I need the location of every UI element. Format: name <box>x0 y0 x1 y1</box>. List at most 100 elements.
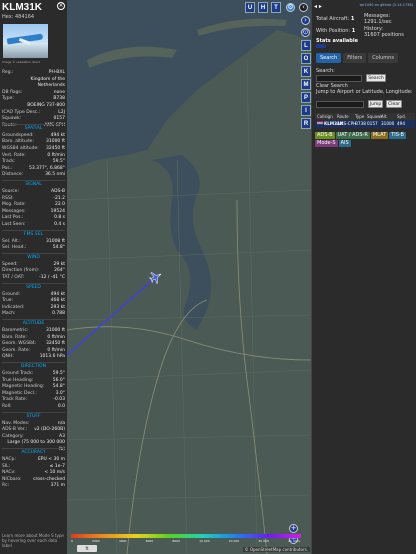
stat-value: 1 <box>350 16 355 22</box>
source-uat: UAT / ADS-R <box>335 132 370 139</box>
kv-key: NACp: <box>2 457 16 462</box>
map-side-button[interactable]: K <box>301 66 311 77</box>
aircraft-photo[interactable] <box>3 24 48 58</box>
tab-filters[interactable]: Filters <box>343 53 367 63</box>
aircraft-infoblock: KLM31K Hex: 484164 × Image © sebastian d… <box>0 0 67 554</box>
kv-key: Msg. Rate: <box>2 202 26 208</box>
kv-key: Mach: <box>2 311 16 317</box>
version-link[interactable]: tar1090 on github (3.14.1738) <box>360 3 413 7</box>
kv-row: Track Rate: -0.03 <box>2 397 65 404</box>
kv-list: Ground: 494 kt True: 468 kt Indicated: 293 kt… <box>2 292 65 318</box>
column-header[interactable]: Squawk <box>365 113 383 120</box>
map-side-button[interactable]: R <box>301 118 311 129</box>
tab-columns[interactable]: Columns <box>368 53 398 63</box>
kv-key: Magnetic Heading: <box>2 384 45 390</box>
kv-key: Geom. WGS84: <box>2 341 37 347</box>
map-view[interactable]: U H T ⚙ ‹ L O K M P I R › ⊙ + − 0 2000 4000 6000 800… <box>67 0 311 554</box>
kv-row: Last Seen: 0.4 s <box>2 222 65 229</box>
history-stat: History: 31607 positions <box>364 26 414 38</box>
map-side-button[interactable]: L <box>301 40 311 51</box>
clear-button[interactable]: Clear <box>386 100 402 108</box>
map-side-button[interactable]: P <box>301 92 311 103</box>
column-header[interactable]: Alt. (ft) <box>379 113 395 126</box>
section-title: DIRECTION <box>2 362 65 370</box>
map-canvas <box>67 0 311 554</box>
settings-gear-icon[interactable]: ⚙ <box>286 3 295 12</box>
kv-row: WGS84 altitude: 32450 ft <box>2 146 65 153</box>
kv-list: Sel. Alt.: 31008 ft Sel. Head.: 54.8° <box>2 239 65 252</box>
close-infoblock-button[interactable]: × <box>57 2 65 10</box>
kv-row: ADS-B Ver.: v2 (DO-260B) <box>2 427 65 434</box>
kv-key: Last Seen: <box>2 221 26 227</box>
jump-input[interactable] <box>316 101 364 108</box>
kv-key: Direction (from): <box>2 268 40 274</box>
search-label: Search: <box>316 68 335 74</box>
kv-key: Sel. Head.: <box>2 245 27 251</box>
center-map-icon[interactable]: ⊙ <box>301 28 310 37</box>
kv-row: Squawk: 0157 <box>2 116 65 123</box>
kv-key: Type: <box>2 96 14 102</box>
sidebar-tabs: Search Filters Columns <box>316 53 398 63</box>
legend-label: 10 000 <box>199 539 210 543</box>
jump-label: Jump to Airport or Latitude, Longitude: <box>316 89 413 95</box>
kv-value: PH-BXL <box>48 70 65 75</box>
tab-search[interactable]: Search <box>316 53 342 63</box>
stat-value: 1 <box>351 28 356 34</box>
kv-key: Baro. altitude: <box>2 139 34 145</box>
kv-value: 0.0 <box>57 403 65 409</box>
kv-value: 59.5° <box>52 371 65 376</box>
kv-value: 371 m <box>50 483 65 489</box>
section-title: ACCURACY <box>2 448 65 456</box>
source-ais: AIS <box>338 140 351 147</box>
kv-value: 0.4 s <box>54 221 65 227</box>
infoblock-footnote: Learn more about Mode S type by hovering… <box>2 533 64 548</box>
kv-list: Speed: 29 kt Direction (from): 264° TAT / OA… <box>2 262 65 282</box>
kv-row: BOEING 737-800 <box>2 103 65 110</box>
kv-value: 54.8° <box>52 384 65 390</box>
source-legend-line1: ADS-B UAT / ADS-R MLAT TIS-B <box>315 132 406 139</box>
units-toggle-button[interactable]: ft <box>77 545 97 552</box>
table-row[interactable]: KLM31K AMS-CPH B738 0157 31000 494 <box>315 120 415 128</box>
jump-button[interactable]: Jump <box>368 100 383 108</box>
sidebar-toggle-icon[interactable]: ◂ ▸ <box>314 3 322 10</box>
column-header[interactable]: Route <box>335 113 353 120</box>
zoom-in-button[interactable]: + <box>289 524 298 533</box>
sidebar-nav-left-icon[interactable]: ‹ <box>299 3 308 12</box>
kv-row: Type: B738 <box>2 96 65 103</box>
kv-value: 54.8° <box>52 245 65 251</box>
kv-row: Distance: 36.5 nmi <box>2 172 65 179</box>
stat-value: 31607 positions <box>364 32 404 38</box>
kv-value: 32450 ft <box>45 145 65 151</box>
kv-key: Rc: <box>2 483 10 489</box>
source-mlat: MLAT <box>370 132 389 139</box>
kv-key: WGS84 altitude: <box>2 145 39 151</box>
column-header[interactable]: Type <box>353 113 365 120</box>
search-button[interactable]: Search <box>366 74 386 82</box>
kv-value: -0.03 <box>53 397 65 403</box>
map-side-button[interactable]: O <box>301 53 311 64</box>
column-header[interactable]: Spd. (kt) <box>395 113 411 126</box>
kv-value: v2 (DO-260B) <box>34 427 65 433</box>
sidebar-nav-right-icon[interactable]: › <box>301 16 310 25</box>
kv-row: Roll: 0.0 <box>2 404 65 411</box>
infoblock-header: KLM31K Hex: 484164 × <box>2 2 65 20</box>
legend-label: 6000 <box>145 539 154 543</box>
legend-label: 30 000 <box>258 539 269 543</box>
stat-value: 1291.1/sec <box>364 19 392 25</box>
kv-row: Track: 59.5° <box>2 159 65 166</box>
column-header[interactable]: Callsign <box>315 113 335 120</box>
map-button-h[interactable]: H <box>258 2 268 13</box>
map-button-u[interactable]: U <box>245 2 255 13</box>
kv-value: 0.788 <box>52 311 65 317</box>
section-title: SPEED <box>2 282 65 291</box>
search-input[interactable] <box>316 75 362 82</box>
kv-row: Mach: 0.788 <box>2 311 65 318</box>
map-button-t[interactable]: T <box>271 2 281 13</box>
kv-list: Ground Track: 59.5° True Heading: 56.0° Magn… <box>2 371 65 411</box>
map-side-button[interactable]: M <box>301 79 311 90</box>
map-side-button[interactable]: I <box>301 105 311 116</box>
stats-bar <box>316 44 326 48</box>
source-tisb: TIS-B <box>389 132 406 139</box>
kv-value: 468 kt <box>50 298 65 304</box>
kv-value: 264° <box>54 268 65 274</box>
